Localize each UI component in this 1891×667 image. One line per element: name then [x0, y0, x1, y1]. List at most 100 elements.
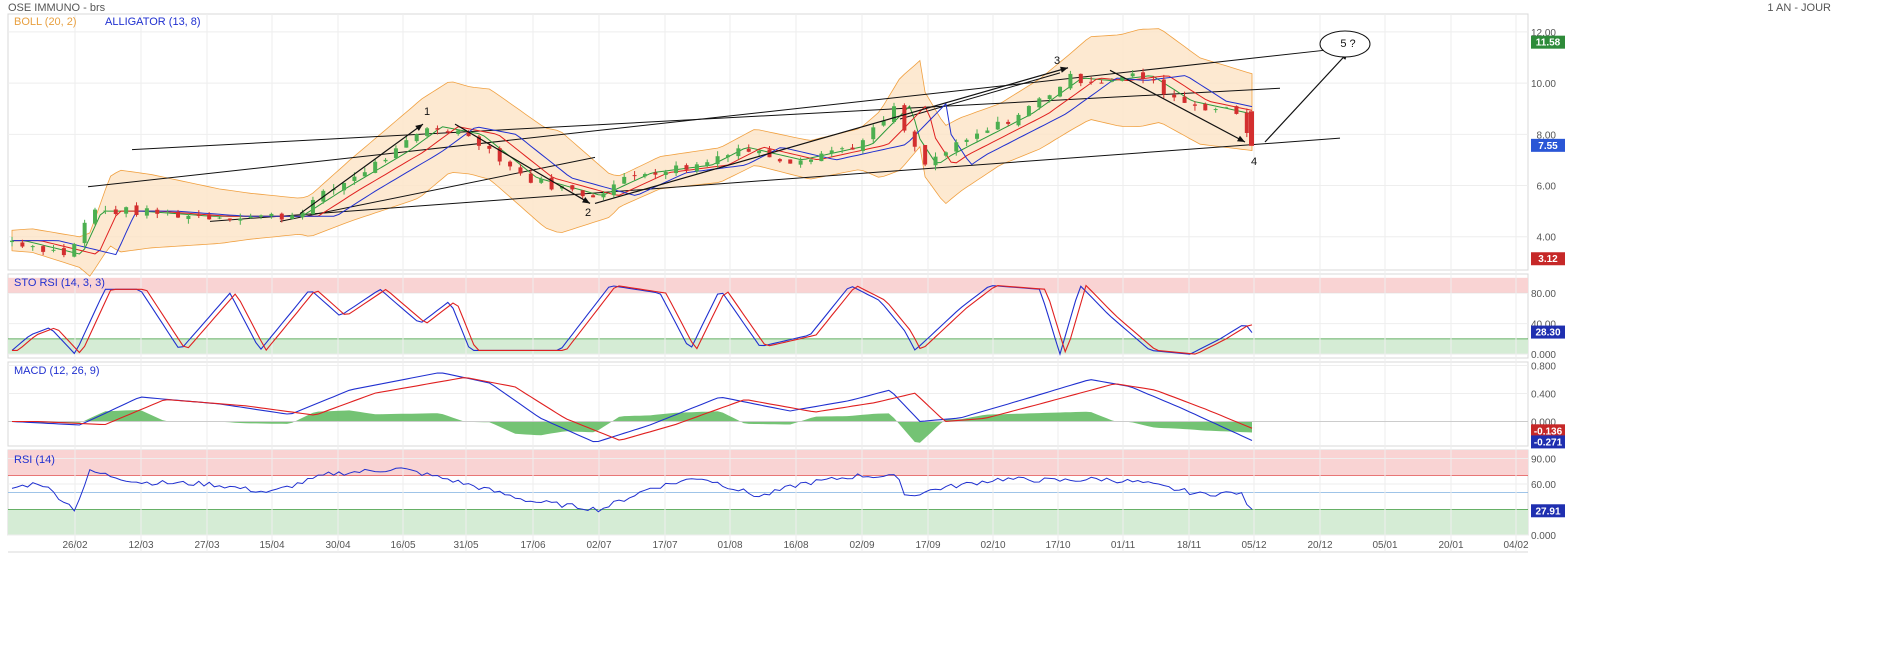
y-tick-label-stoch: 0.000 — [1531, 350, 1556, 361]
candle-body — [995, 121, 1000, 130]
candle-body — [715, 156, 720, 165]
x-tick-label: 02/10 — [980, 540, 1005, 551]
candle-body — [725, 155, 730, 158]
candle-body — [528, 173, 533, 183]
x-tick-label: 17/09 — [915, 540, 940, 551]
x-tick-label: 27/03 — [194, 540, 219, 551]
candle-body — [196, 214, 201, 216]
badge-text-price_last: 7.55 — [1538, 141, 1558, 152]
x-tick-label: 04/02 — [1503, 540, 1528, 551]
candle-body — [1130, 73, 1135, 77]
candle-body — [923, 145, 928, 165]
candle-body — [61, 248, 66, 256]
wave-label-w5: 5 ? — [1340, 38, 1355, 50]
x-tick-label: 30/04 — [325, 540, 350, 551]
x-tick-label: 05/12 — [1241, 540, 1266, 551]
bollinger-band-area — [11, 28, 1253, 277]
macd-line — [11, 372, 1253, 443]
candle-body — [1099, 82, 1104, 84]
x-tick-label: 31/05 — [453, 540, 478, 551]
candle-body — [10, 240, 14, 243]
candle-body — [1203, 103, 1208, 111]
candle-body — [238, 218, 243, 221]
candle-body — [113, 209, 118, 215]
candle-body — [435, 128, 440, 130]
wave-label-w4: 4 — [1251, 156, 1257, 168]
rsi-overbought-zone — [8, 450, 1528, 476]
candle-body — [943, 152, 948, 156]
alligator-legend: ALLIGATOR (13, 8) — [105, 16, 201, 28]
wave-label-w3: 3 — [1054, 55, 1060, 67]
candle-body — [1016, 114, 1021, 126]
wave-arrow-5 — [1264, 51, 1349, 143]
x-tick-label: 02/07 — [586, 540, 611, 551]
candle-body — [570, 185, 575, 190]
y-tick-label-rsi: 60.00 — [1531, 480, 1556, 491]
macd-legend: MACD (12, 26, 9) — [14, 365, 100, 377]
rsi-legend: RSI (14) — [14, 454, 55, 466]
candle-body — [829, 150, 834, 154]
candle-body — [1037, 98, 1042, 108]
candle-body — [383, 159, 388, 162]
candle-body — [30, 246, 35, 248]
value-badges: 11.587.553.1228.30-0.136-0.27127.91 — [1531, 35, 1565, 518]
candle-body — [352, 176, 357, 181]
candle-body — [580, 190, 585, 197]
candle-body — [757, 150, 762, 154]
candle-body — [674, 165, 679, 174]
candle-body — [425, 128, 430, 136]
bollinger-band — [11, 28, 1253, 277]
candle-body — [1006, 121, 1011, 124]
x-tick-label: 18/11 — [1177, 540, 1202, 551]
candle-body — [622, 176, 627, 184]
candle-body — [539, 178, 544, 183]
macd-lines — [8, 372, 1528, 443]
candle-body — [508, 161, 513, 167]
boll-legend: BOLL (20, 2) — [14, 16, 77, 28]
candle-body — [1047, 95, 1052, 100]
candle-body — [248, 216, 253, 219]
candle-body — [975, 133, 980, 139]
candle-body — [373, 161, 378, 173]
badge-text-price_low: 3.12 — [1538, 254, 1558, 265]
candle-body — [1078, 73, 1083, 84]
rsi-oversold-zone — [8, 509, 1528, 535]
candle-body — [902, 105, 907, 131]
candle-body — [51, 249, 56, 251]
candle-body — [207, 214, 212, 220]
candle-body — [1172, 94, 1177, 98]
y-tick-label-price: 10.00 — [1531, 79, 1556, 90]
wave-label-w2: 2 — [585, 207, 591, 219]
x-tick-label: 26/02 — [62, 540, 87, 551]
candle-body — [1244, 112, 1249, 133]
y-tick-label-rsi: 0.000 — [1531, 531, 1556, 542]
x-tick-label: 16/05 — [390, 540, 415, 551]
period-label: 1 AN - JOUR — [1767, 2, 1831, 14]
y-tick-label-price: 4.00 — [1537, 233, 1557, 244]
candle-body — [186, 215, 191, 219]
x-tick-label: 16/08 — [783, 540, 808, 551]
y-tick-label-macd: 0.800 — [1531, 362, 1556, 373]
candle-body — [746, 148, 751, 152]
candle-body — [414, 134, 419, 142]
candle-body — [653, 172, 658, 175]
x-tick-label: 01/11 — [1111, 540, 1136, 551]
candle-body — [850, 147, 855, 150]
candle-body — [82, 222, 87, 244]
candle-body — [591, 195, 596, 198]
candle-body — [1026, 106, 1031, 116]
candle-body — [20, 242, 25, 247]
candle-body — [642, 174, 647, 177]
badge-text-stoch: 28.30 — [1535, 328, 1560, 339]
candle-body — [176, 211, 181, 218]
candle-body — [134, 205, 139, 215]
candle-body — [892, 106, 897, 122]
candle-body — [93, 209, 98, 224]
candle-body — [72, 243, 77, 257]
candle-body — [124, 207, 129, 214]
candle-body-last — [1249, 111, 1254, 146]
candle-body — [1182, 96, 1187, 103]
y-tick-label-macd: 0.400 — [1531, 390, 1556, 401]
candle-body — [788, 159, 793, 164]
candle-body — [290, 215, 295, 219]
